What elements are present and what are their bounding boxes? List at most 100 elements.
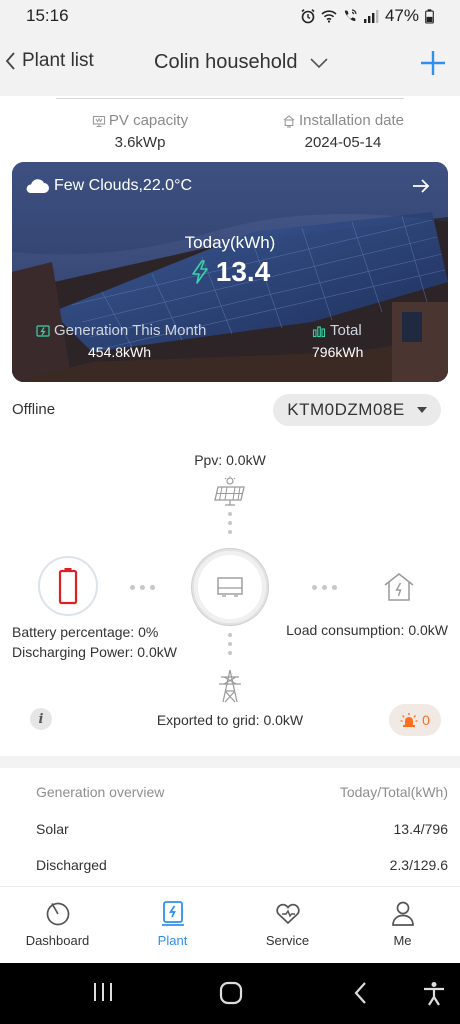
arrow-right-icon[interactable]: [412, 178, 430, 194]
battery-stats: Battery percentage: 0% Discharging Power…: [12, 622, 177, 662]
grid-tower-icon: [219, 669, 241, 703]
bottom-nav: Dashboard Plant Service Me: [0, 886, 460, 963]
grid-flow-dots: [228, 633, 232, 660]
device-status: Offline: [12, 401, 56, 418]
plant-selector[interactable]: Colin household: [154, 51, 329, 74]
bar-chart-icon: [312, 325, 326, 337]
discharging-power: Discharging Power: 0.0kW: [12, 644, 177, 660]
installation-date-icon: [283, 114, 295, 127]
total-value: 796kWh: [312, 344, 364, 360]
month-label-row: Generation This Month: [36, 322, 206, 339]
status-icons: [300, 8, 379, 24]
signal-icon: [363, 10, 379, 23]
installation-date-label: Installation date: [298, 112, 405, 129]
solar-panel-icon: [214, 476, 245, 506]
dashboard-icon: [46, 902, 69, 926]
pv-capacity-label: PV capacity: [108, 112, 189, 129]
status-bar: 15:16 47%: [0, 0, 460, 32]
nav-plant[interactable]: Plant: [115, 887, 230, 963]
today-generation: 13.4: [12, 256, 448, 288]
inverter-node[interactable]: [192, 549, 268, 625]
month-value: 454.8kWh: [88, 344, 152, 360]
total-label-row: Total: [312, 322, 363, 339]
section-divider: [0, 756, 460, 768]
battery-charge-icon: [36, 324, 50, 337]
home-load-icon[interactable]: [382, 571, 416, 603]
generation-this-month: Generation This Month 454.8kWh: [36, 322, 206, 360]
cloud-icon: [26, 179, 49, 193]
alarm-button[interactable]: 0: [389, 704, 441, 736]
overview-header: Generation overview Today/Total(kWh): [36, 784, 448, 800]
today-value: 13.4: [215, 256, 271, 287]
chevron-left-icon: [5, 52, 15, 70]
status-time: 15:16: [26, 6, 69, 25]
load-consumption: Load consumption: 0.0kW: [286, 622, 448, 638]
home-button-icon[interactable]: [219, 981, 243, 1005]
overview-row-value: 13.4/796: [393, 821, 449, 837]
generation-total: Total 796kWh: [312, 322, 363, 360]
alarm-count: 0: [422, 712, 430, 728]
back-button[interactable]: Plant list: [4, 50, 94, 72]
energy-flow-diagram: Ppv: 0.0kW Battery percentage: 0% Discha…: [0, 440, 460, 740]
installation-date-label-row: Installation date: [240, 112, 446, 129]
me-icon: [391, 901, 414, 926]
lightning-icon: [191, 260, 208, 284]
alarm-siren-icon: [400, 713, 418, 727]
overview-row-discharged: Discharged 2.3/129.6: [36, 857, 448, 873]
pv-capacity-value: 3.6kWp: [114, 134, 166, 151]
system-nav-bar: [0, 963, 460, 1024]
back-label: Plant list: [22, 50, 94, 71]
pv-flow-dots: [228, 512, 232, 539]
plant-icon: [161, 901, 184, 926]
pv-capacity: PV capacity 3.6kWp: [40, 112, 240, 151]
back-system-icon[interactable]: [352, 981, 370, 1005]
battery-percent: 47%: [384, 6, 419, 25]
app-header: Plant list Colin household: [0, 32, 460, 96]
nav-me[interactable]: Me: [345, 887, 460, 963]
nav-label: Plant: [157, 933, 188, 948]
alarm-clock-icon: [301, 9, 315, 24]
pv-capacity-icon: [92, 115, 105, 127]
device-selector[interactable]: KTM0DZM08E: [273, 394, 441, 426]
weather-info: Few Clouds,22.0°C: [24, 177, 192, 195]
battery-icon: [58, 568, 78, 605]
nav-label: Me: [393, 933, 412, 948]
installation-date-value: 2024-05-14: [304, 134, 382, 151]
overview-row-value: 2.3/129.6: [389, 857, 448, 873]
load-flow-dots: [312, 585, 337, 590]
overview-title: Generation overview: [36, 784, 165, 800]
header-divider: [56, 98, 404, 99]
ppv-label: Ppv: 0.0kW: [194, 452, 266, 468]
status-right: 47%: [300, 6, 434, 26]
chevron-down-icon: [310, 57, 329, 68]
phone-battery-icon: [425, 8, 434, 24]
device-serial: KTM0DZM08E: [287, 400, 405, 419]
installation-date: Installation date 2024-05-14: [240, 112, 446, 151]
battery-flow-dots: [130, 585, 155, 590]
wifi-icon: [321, 10, 337, 23]
overview-row-solar: Solar 13.4/796: [36, 821, 448, 837]
pv-capacity-label-row: PV capacity: [40, 112, 240, 129]
plant-info-row: PV capacity 3.6kWp Installation date 202…: [0, 112, 460, 156]
battery-node[interactable]: [38, 556, 98, 616]
overview-row-label: Solar: [36, 821, 69, 837]
add-plant-button[interactable]: [418, 48, 448, 78]
solar-summary-card[interactable]: Few Clouds,22.0°C Today(kWh) 13.4 Genera…: [12, 162, 448, 382]
service-icon: [275, 903, 300, 925]
plant-name: Colin household: [154, 51, 298, 73]
today-label: Today(kWh): [184, 233, 276, 252]
recent-apps-icon[interactable]: [92, 981, 114, 1003]
nav-dashboard[interactable]: Dashboard: [0, 887, 115, 963]
dropdown-triangle-icon: [416, 407, 427, 413]
nav-label: Dashboard: [25, 933, 90, 948]
overview-unit: Today/Total(kWh): [339, 784, 448, 800]
battery-percentage: Battery percentage: 0%: [12, 624, 159, 640]
total-label: Total: [330, 322, 362, 339]
nav-label: Service: [265, 933, 310, 948]
accessibility-icon[interactable]: [422, 981, 446, 1007]
wifi-call-icon: [344, 9, 357, 22]
weather-text: Few Clouds,22.0°C: [54, 177, 193, 194]
inverter-icon: [217, 577, 243, 597]
month-label: Generation This Month: [54, 322, 207, 339]
nav-service[interactable]: Service: [230, 887, 345, 963]
